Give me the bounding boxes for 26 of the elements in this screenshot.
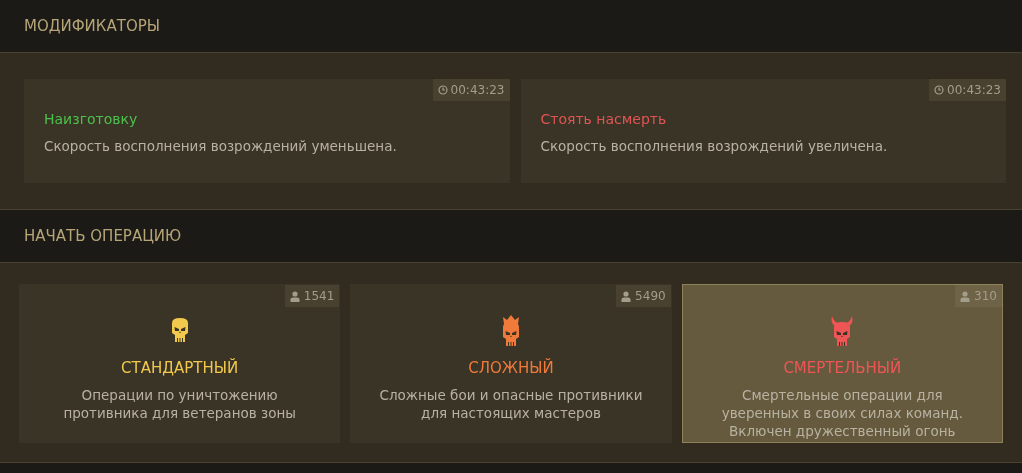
difficulty-name: СТАНДАРТНЫЙ — [121, 357, 239, 379]
skull-icon — [829, 315, 856, 349]
modifier-name: Наизготовку — [44, 110, 139, 129]
person-icon — [960, 290, 971, 302]
section-title: НАЧАТЬ ОПЕРАЦИЮ — [24, 225, 182, 247]
clock-icon — [437, 85, 448, 95]
player-count-badge: 1541 — [284, 285, 340, 307]
clock-icon — [934, 85, 945, 95]
modifier-name: Стоять насмерть — [540, 110, 668, 129]
person-icon — [289, 290, 300, 302]
difficulty-description: Операции по уничтожению противника для ветеранов зоны — [63, 385, 296, 422]
difficulty-description: Смертельные операции для уверенных в своих силах команд. Включен дружественный огонь — [721, 385, 963, 441]
difficulty-description: Сложные бои и опасные противники для настоящих мастеров — [379, 385, 643, 422]
difficulty-name: СМЕРТЕЛЬНЫЙ — [783, 357, 902, 379]
operation-card[interactable]: 310 СМЕРТЕЛЬНЫЙ Смертельные операции для уверенных в своих силах команд. Включен дружественный огонь — [681, 284, 1003, 443]
timer-badge: 00:43:23 — [432, 79, 510, 101]
section-title: МОДИФИКАТОРЫ — [24, 15, 160, 37]
operation-card[interactable]: 5490 СЛОЖНЫЙ Сложные бои и опасные противники для настоящих мастеров — [350, 284, 672, 443]
player-count-badge: 5490 — [616, 285, 671, 307]
modifier-description: Скорость восполнения возрождений увеличена. — [540, 137, 889, 156]
timer-badge: 00:43:23 — [929, 79, 1006, 101]
player-count-badge: 310 — [955, 285, 1002, 307]
modifier-description: Скорость восполнения возрождений уменьшена. — [44, 137, 398, 156]
difficulty-name: СЛОЖНЫЙ — [468, 357, 554, 379]
person-icon — [621, 290, 632, 302]
operation-card[interactable]: 1541 СТАНДАРТНЫЙ Операции по уничтожению противника для ветеранов зоны — [19, 284, 341, 443]
